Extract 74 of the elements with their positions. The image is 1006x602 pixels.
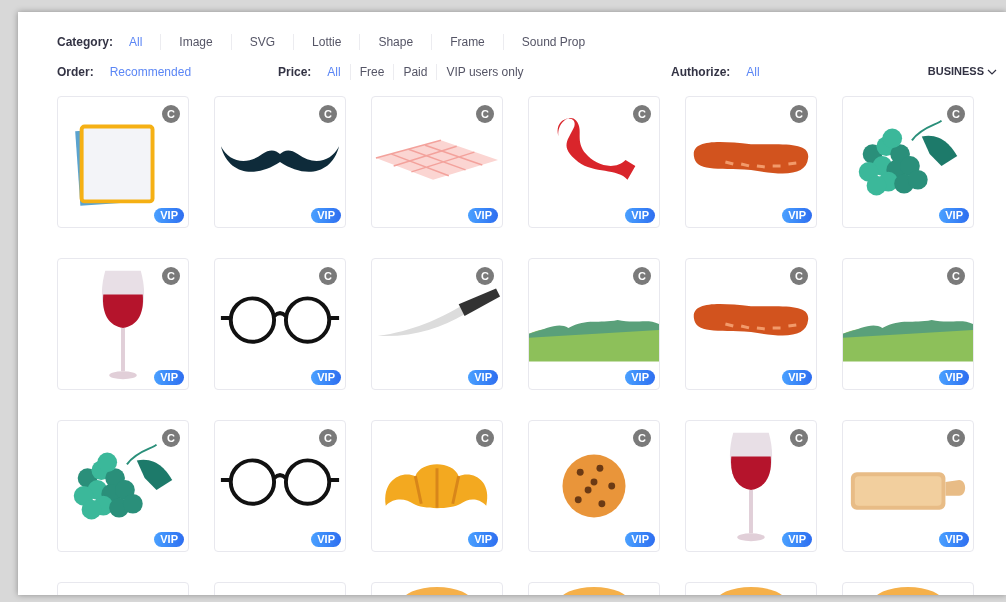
copyright-badge: C <box>476 105 494 123</box>
chevron-down-icon <box>987 68 997 75</box>
copyright-badge: C <box>633 267 651 285</box>
vip-badge: VIP <box>468 532 498 547</box>
vip-badge: VIP <box>939 208 969 223</box>
filter-option[interactable]: All <box>129 32 161 51</box>
cookie-drawing <box>562 454 626 518</box>
asset-card[interactable]: C VIP <box>685 96 817 228</box>
vip-badge: VIP <box>311 208 341 223</box>
asset-card[interactable]: C VIP <box>842 420 974 552</box>
filter-option[interactable]: Recommended <box>109 62 201 81</box>
asset-card[interactable]: C VIP <box>842 258 974 390</box>
copyright-badge: C <box>790 429 808 447</box>
asset-card[interactable]: C VIP <box>57 420 189 552</box>
filter-option[interactable]: Free <box>350 62 394 81</box>
filter-option[interactable]: Sound Prop <box>503 32 604 51</box>
filter-option[interactable]: Frame <box>432 32 503 51</box>
filter-option[interactable]: Lottie <box>294 32 360 51</box>
asset-card[interactable]: C VIP <box>214 258 346 390</box>
filter-option[interactable]: Shape <box>360 32 432 51</box>
vip-badge: VIP <box>468 208 498 223</box>
filter-option[interactable]: VIP users only <box>437 62 533 81</box>
asset-card[interactable]: C VIP <box>685 258 817 390</box>
vip-badge: VIP <box>625 208 655 223</box>
copyright-badge: C <box>476 267 494 285</box>
copyright-badge: C <box>947 105 965 123</box>
vip-badge: VIP <box>154 370 184 385</box>
copyright-badge: C <box>162 267 180 285</box>
copyright-badge: C <box>790 267 808 285</box>
asset-card[interactable]: C VIP <box>214 420 346 552</box>
asset-card[interactable]: C VIP <box>57 96 189 228</box>
filter-label: Authorize: <box>671 63 731 81</box>
copyright-badge: C <box>319 429 337 447</box>
asset-card[interactable]: C VIP <box>842 96 974 228</box>
copyright-badge: C <box>947 267 965 285</box>
copyright-badge: C <box>162 105 180 123</box>
filter-label: Category: <box>57 33 113 51</box>
asset-card[interactable]: C VIP <box>57 258 189 390</box>
filter-option[interactable]: Paid <box>394 62 437 81</box>
vip-badge: VIP <box>311 532 341 547</box>
vip-badge: VIP <box>468 370 498 385</box>
copyright-badge: C <box>319 105 337 123</box>
vip-badge: VIP <box>782 370 812 385</box>
filter-option[interactable]: All <box>746 62 769 81</box>
asset-card[interactable]: C VIP <box>214 96 346 228</box>
asset-card[interactable]: C VIP <box>371 420 503 552</box>
vip-badge: VIP <box>154 208 184 223</box>
vip-badge: VIP <box>782 532 812 547</box>
copyright-badge: C <box>790 105 808 123</box>
filter-label: Order: <box>57 63 94 81</box>
asset-card[interactable]: C VIP <box>685 420 817 552</box>
copyright-badge: C <box>947 429 965 447</box>
vip-badge: VIP <box>625 532 655 547</box>
asset-card[interactable]: C VIP <box>528 258 660 390</box>
asset-card[interactable]: C VIP <box>528 420 660 552</box>
copyright-badge: C <box>633 429 651 447</box>
filter-option[interactable]: All <box>327 62 350 81</box>
asset-card[interactable]: C VIP <box>528 96 660 228</box>
copyright-badge: C <box>162 429 180 447</box>
copyright-badge: C <box>319 267 337 285</box>
vip-badge: VIP <box>311 370 341 385</box>
filter-option[interactable]: SVG <box>231 32 294 51</box>
vip-badge: VIP <box>939 370 969 385</box>
asset-card[interactable]: C VIP <box>371 96 503 228</box>
vip-badge: VIP <box>625 370 655 385</box>
filter-label: Price: <box>278 63 312 81</box>
copyright-badge: C <box>476 429 494 447</box>
license-dropdown[interactable]: BUSINESS <box>927 63 997 80</box>
copyright-badge: C <box>633 105 651 123</box>
asset-card[interactable]: C VIP <box>371 258 503 390</box>
vip-badge: VIP <box>154 532 184 547</box>
vip-badge: VIP <box>782 208 812 223</box>
vip-badge: VIP <box>939 532 969 547</box>
filter-option[interactable]: Image <box>161 32 231 51</box>
